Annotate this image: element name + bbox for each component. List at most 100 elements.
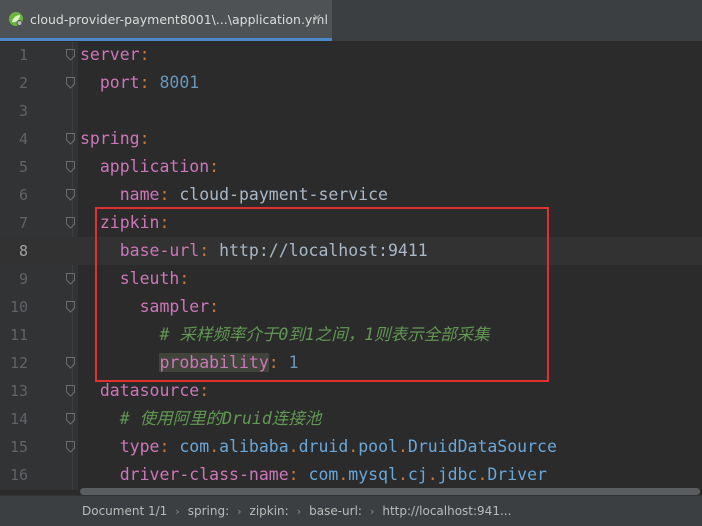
token-str: cloud-payment-service xyxy=(169,185,388,204)
code-line[interactable]: 6 name: cloud-payment-service xyxy=(0,181,702,209)
line-number: 3 xyxy=(18,102,28,120)
breadcrumb-value[interactable]: http://localhost:941... xyxy=(382,504,511,518)
token-cls: DruidDataSource xyxy=(407,437,557,456)
token-punc: : xyxy=(139,129,150,148)
line-number: 8 xyxy=(18,242,28,260)
breadcrumb-zipkin[interactable]: zipkin: xyxy=(250,504,289,518)
code-text: type: com.alibaba.druid.pool.DruidDataSo… xyxy=(80,433,557,461)
code-line[interactable]: 3 xyxy=(0,97,702,125)
breadcrumb-base-url[interactable]: base-url: xyxy=(309,504,362,518)
token-cls: alibaba xyxy=(219,437,289,456)
breadcrumb-document[interactable]: Document 1/1 xyxy=(82,504,167,518)
token-punc: . xyxy=(397,465,408,484)
code-line[interactable]: 4 spring: xyxy=(0,125,702,153)
code-line[interactable]: 2 port: 8001 xyxy=(0,69,702,97)
token-punc: : xyxy=(139,73,150,92)
token-punc: . xyxy=(338,465,349,484)
fold-marker-icon[interactable] xyxy=(65,216,76,230)
code-line[interactable]: 15 type: com.alibaba.druid.pool.DruidDat… xyxy=(0,433,702,461)
token-punc: : xyxy=(139,45,150,64)
fold-marker-icon[interactable] xyxy=(65,76,76,90)
line-number: 14 xyxy=(9,410,28,428)
token-key: driver-class-name xyxy=(119,465,289,484)
code-text: # 使用阿里的Druid连接池 xyxy=(80,405,322,433)
token-punc: : xyxy=(199,381,210,400)
horizontal-scrollbar[interactable] xyxy=(80,488,702,495)
tab-application-yml[interactable]: cloud-provider-payment8001\...\applicati… xyxy=(0,0,332,41)
line-number: 16 xyxy=(9,466,28,484)
code-line[interactable]: 5 application: xyxy=(0,153,702,181)
token-cls: pool xyxy=(358,437,398,456)
fold-marker-icon[interactable] xyxy=(65,188,76,202)
line-number: 6 xyxy=(18,186,28,204)
code-text: server: xyxy=(80,42,150,69)
token-key: datasource xyxy=(99,381,200,400)
token-punc: . xyxy=(427,465,438,484)
line-number: 15 xyxy=(9,438,28,456)
code-text: driver-class-name: com.mysql.cj.jdbc.Dri… xyxy=(80,461,547,489)
breadcrumb-separator: › xyxy=(237,504,242,518)
code-text: spring: xyxy=(80,125,150,153)
token-punc: . xyxy=(288,437,299,456)
line-number: 5 xyxy=(18,158,28,176)
close-icon[interactable]: ✕ xyxy=(310,11,324,25)
fold-marker-icon[interactable] xyxy=(65,160,76,174)
line-number: 12 xyxy=(9,354,28,372)
token-key: application xyxy=(99,157,210,176)
token-cls: jdbc xyxy=(437,465,478,484)
code-text: name: cloud-payment-service xyxy=(80,181,388,209)
line-number: 11 xyxy=(9,326,28,344)
token-key: name xyxy=(119,185,160,204)
spring-leaf-icon xyxy=(8,11,24,27)
line-number: 4 xyxy=(18,130,28,148)
code-text: application: xyxy=(80,153,219,181)
annotation-highlight-box xyxy=(95,207,549,382)
token-cls: druid xyxy=(298,437,349,456)
line-number: 9 xyxy=(18,270,28,288)
token-cls: Driver xyxy=(487,465,547,484)
token-punc: . xyxy=(348,437,359,456)
token-key: server xyxy=(80,45,140,64)
fold-marker-icon[interactable] xyxy=(65,132,76,146)
token-punc: . xyxy=(209,437,220,456)
token-cls: cj xyxy=(407,465,428,484)
tab-title: cloud-provider-payment8001\...\applicati… xyxy=(30,11,328,27)
line-number: 2 xyxy=(18,74,28,92)
fold-marker-icon[interactable] xyxy=(65,384,76,398)
code-line[interactable]: 16 driver-class-name: com.mysql.cj.jdbc.… xyxy=(0,461,702,489)
token-key: spring xyxy=(80,129,140,148)
code-editor[interactable]: 1 server: 2 port: 8001 3 4 spring: 5 applicati… xyxy=(0,42,702,490)
code-line[interactable]: 14 # 使用阿里的Druid连接池 xyxy=(0,405,702,433)
token-punc: . xyxy=(477,465,488,484)
fold-marker-icon[interactable] xyxy=(65,356,76,370)
token-key: type xyxy=(119,437,160,456)
fold-marker-icon[interactable] xyxy=(65,272,76,286)
fold-marker-icon[interactable] xyxy=(65,412,76,426)
fold-marker-icon[interactable] xyxy=(65,48,76,62)
token-punc: : xyxy=(159,185,170,204)
token-punc: . xyxy=(397,437,408,456)
token-key: port xyxy=(99,73,140,92)
code-line[interactable]: 1 server: xyxy=(0,42,702,69)
line-number: 7 xyxy=(18,214,28,232)
fold-marker-icon[interactable] xyxy=(65,300,76,314)
token-cls: com xyxy=(308,465,339,484)
breadcrumb-spring[interactable]: spring: xyxy=(188,504,229,518)
token-punc: : xyxy=(209,157,220,176)
line-number: 1 xyxy=(18,46,28,64)
editor-tab-bar: cloud-provider-payment8001\...\applicati… xyxy=(0,0,702,42)
breadcrumb-bar: Document 1/1 › spring: › zipkin: › base-… xyxy=(0,495,702,526)
token-com: # 使用阿里的Druid连接池 xyxy=(119,409,322,428)
scrollbar-thumb[interactable] xyxy=(80,488,700,495)
fold-marker-icon[interactable] xyxy=(65,440,76,454)
token-punc: : xyxy=(288,465,299,484)
